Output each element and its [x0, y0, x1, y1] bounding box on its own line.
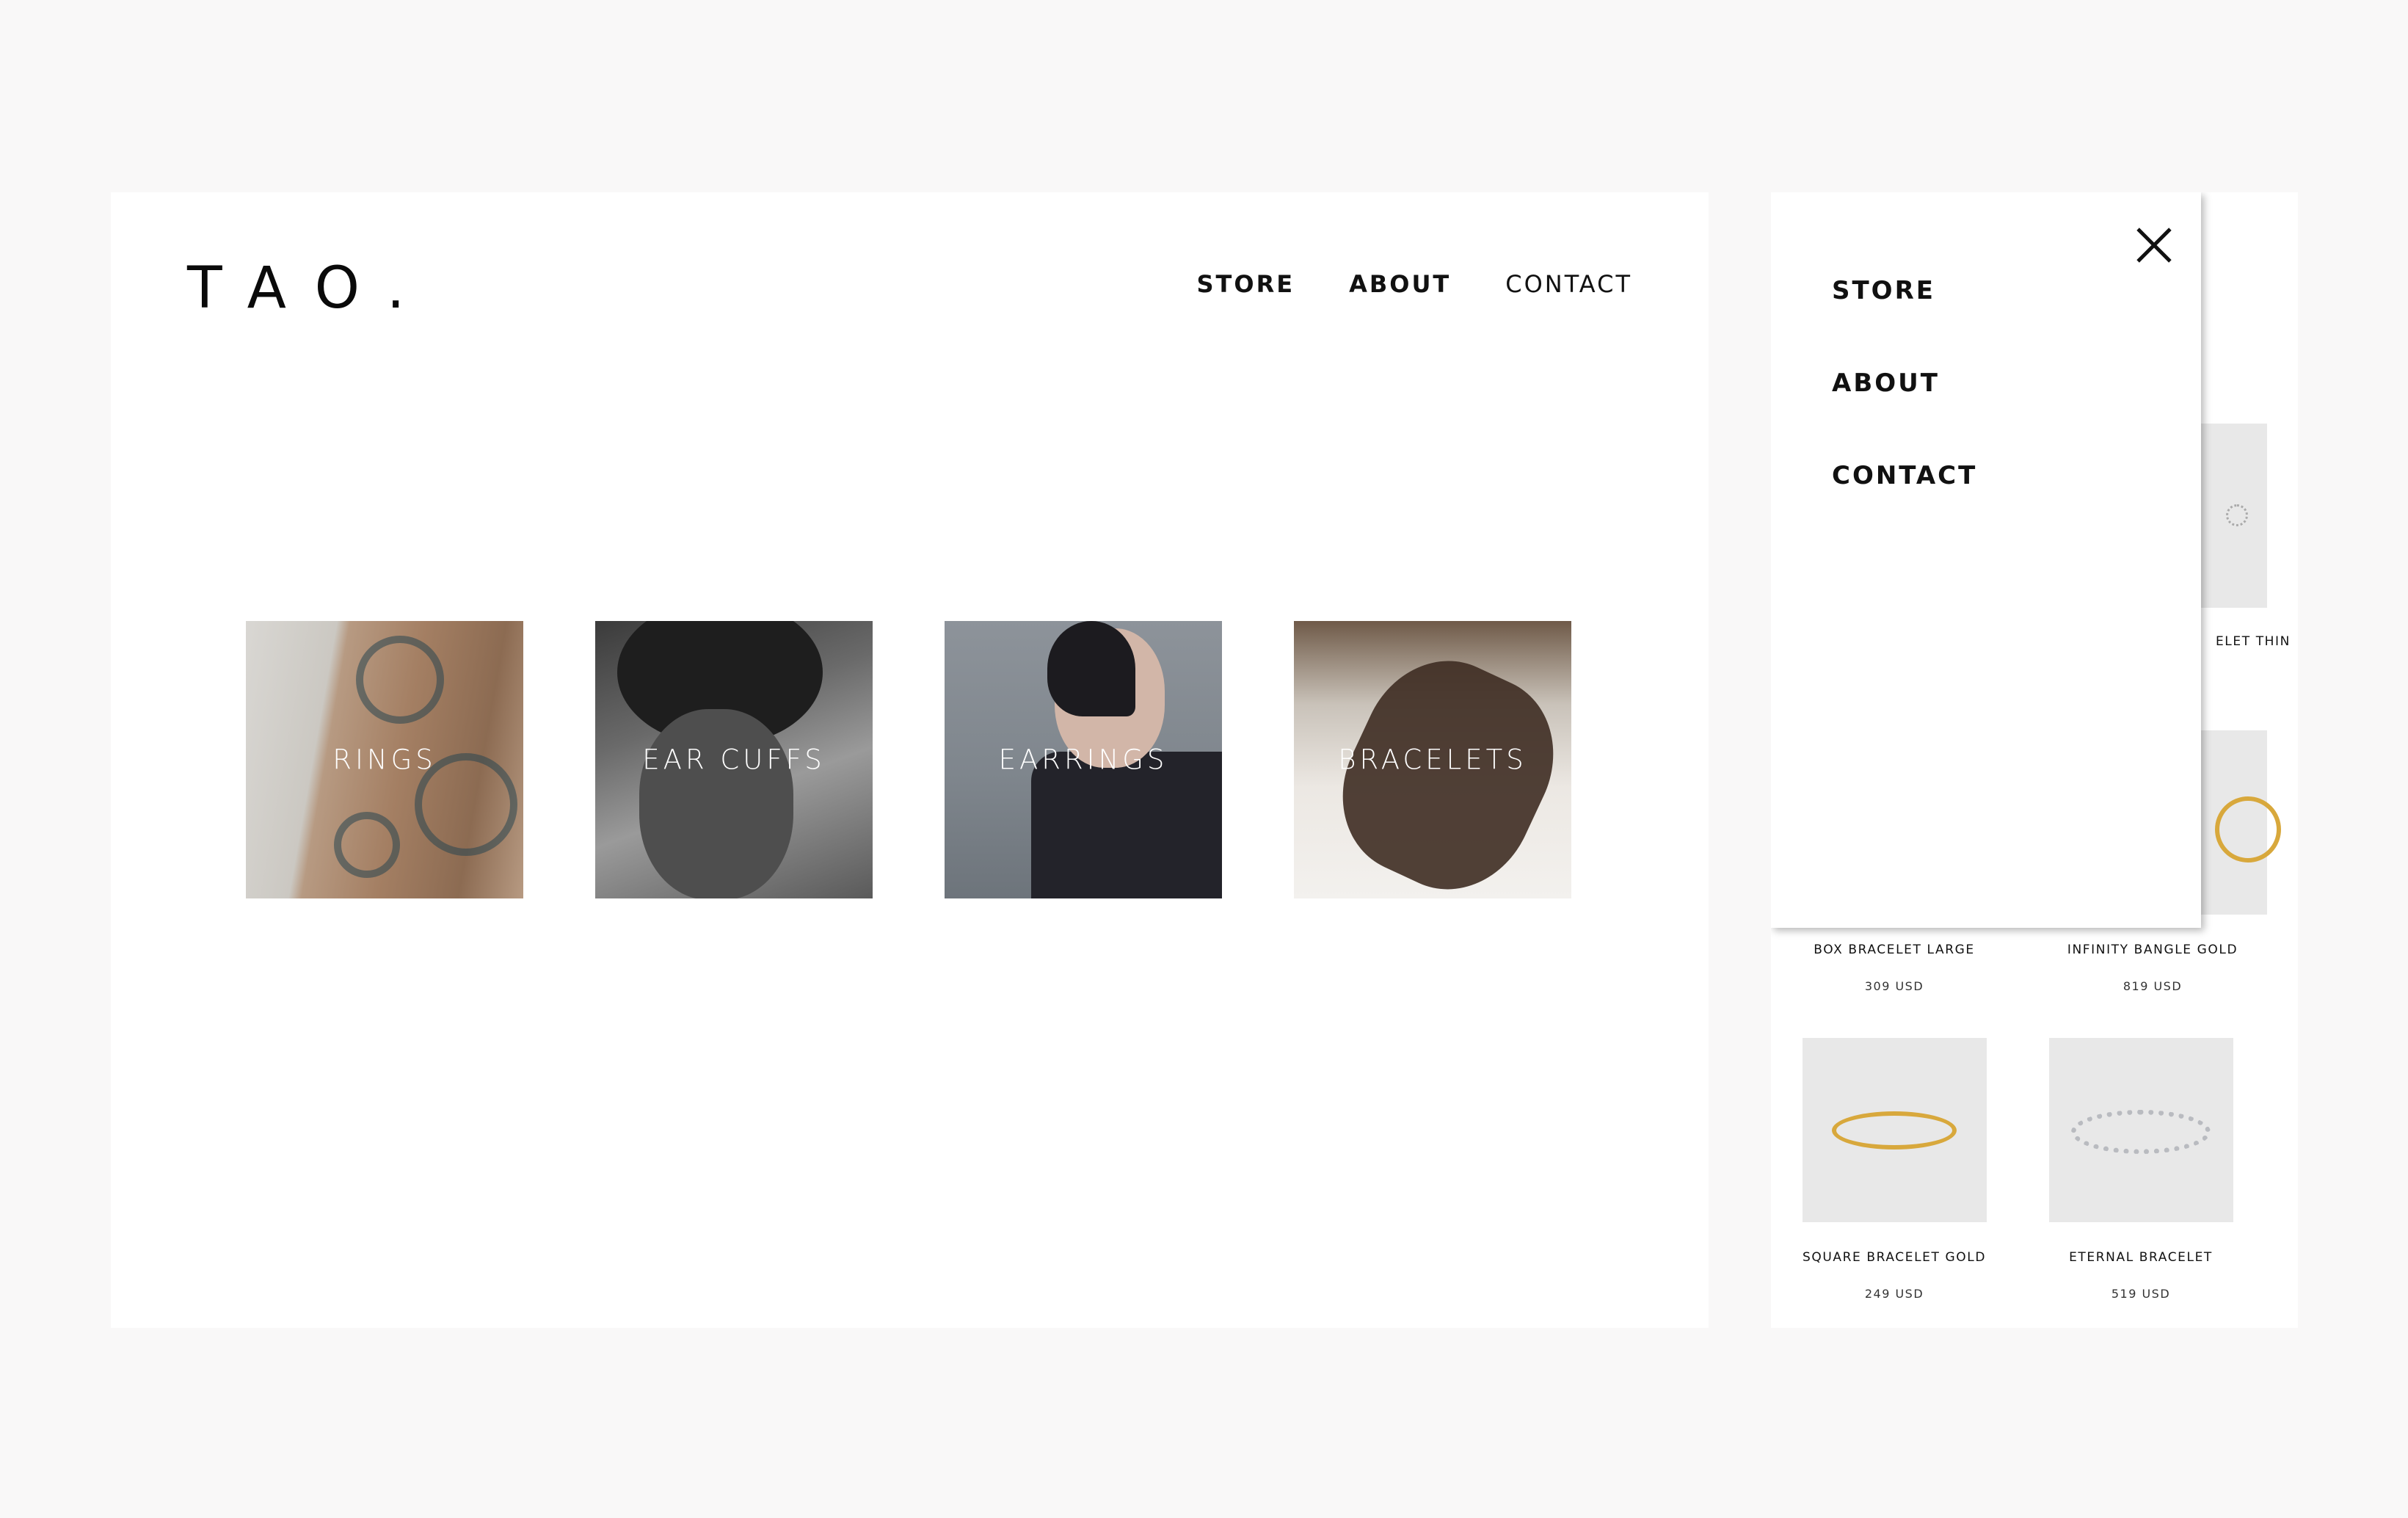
desktop-page: TAO. STORE ABOUT CONTACT RINGS EAR CUFFS	[111, 192, 1709, 1328]
tattoo-art	[334, 812, 400, 878]
menu-item-contact[interactable]: CONTACT	[1832, 461, 1977, 490]
product-name: INFINITY BANGLE GOLD	[2067, 943, 2238, 957]
top-navigation: STORE ABOUT CONTACT	[1197, 270, 1633, 298]
product-image	[1802, 1038, 1987, 1222]
category-label: BRACELETS	[1338, 744, 1527, 776]
product-card[interactable]: SQUARE BRACELET GOLD 249 USD	[1771, 1038, 2018, 1301]
menu-item-store[interactable]: STORE	[1832, 276, 1935, 305]
menu-item-about[interactable]: ABOUT	[1832, 368, 1940, 398]
brand-logo[interactable]: TAO.	[187, 255, 434, 322]
bracelet-icon	[1831, 1111, 1957, 1150]
bracelet-icon	[2070, 1110, 2211, 1154]
ring-icon	[2225, 504, 2248, 526]
product-image	[2048, 1038, 2233, 1222]
product-price: 309 USD	[1864, 979, 1924, 993]
product-price: 519 USD	[2111, 1287, 2171, 1301]
category-label: EAR CUFFS	[642, 744, 826, 776]
tattoo-art	[356, 636, 444, 724]
category-tile-earrings[interactable]: EARRINGS	[945, 621, 1222, 898]
category-tile-ear-cuffs[interactable]: EAR CUFFS	[595, 621, 873, 898]
bangle-icon	[2214, 796, 2281, 862]
category-label: EARRINGS	[998, 744, 1168, 776]
product-price: 249 USD	[1864, 1287, 1924, 1301]
photo-hair	[1047, 621, 1135, 716]
nav-link-contact[interactable]: CONTACT	[1505, 270, 1632, 298]
product-name: SQUARE BRACELET GOLD	[1802, 1250, 1987, 1265]
mobile-page: ELET THIN BOX BRACELET LARGE 309 USD INF…	[1771, 192, 2298, 1328]
nav-link-store[interactable]: STORE	[1197, 270, 1295, 298]
product-card[interactable]: ETERNAL BRACELET 519 USD	[2018, 1038, 2264, 1301]
category-label: RINGS	[332, 744, 437, 776]
canvas: TAO. STORE ABOUT CONTACT RINGS EAR CUFFS	[0, 0, 2408, 1518]
category-tile-rings[interactable]: RINGS	[246, 621, 523, 898]
mobile-menu-drawer: STORE ABOUT CONTACT	[1771, 192, 2201, 928]
category-tile-bracelets[interactable]: BRACELETS	[1294, 621, 1571, 898]
product-name: ETERNAL BRACELET	[2069, 1250, 2213, 1265]
product-price: 819 USD	[2123, 979, 2183, 993]
nav-link-about[interactable]: ABOUT	[1349, 270, 1451, 298]
close-icon[interactable]	[2135, 226, 2173, 264]
category-grid: RINGS EAR CUFFS EARRINGS BRACELETS	[246, 621, 1571, 898]
photo-face	[639, 709, 793, 898]
product-name: BOX BRACELET LARGE	[1814, 943, 1975, 957]
